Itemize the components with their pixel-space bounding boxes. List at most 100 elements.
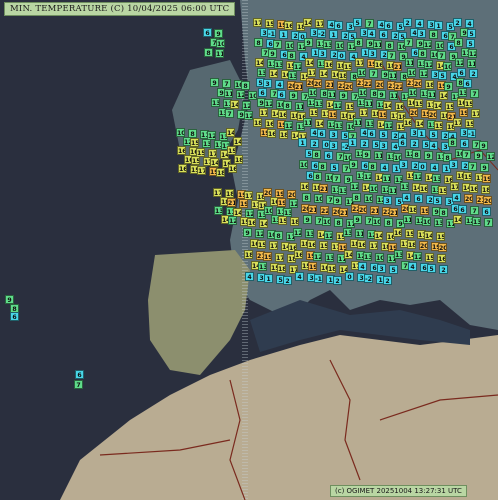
- station-marker: 7: [470, 206, 479, 215]
- station-marker: 20: [263, 188, 272, 197]
- station-marker: 6: [75, 370, 84, 379]
- station-marker: 12: [264, 99, 273, 108]
- station-marker: 13: [202, 139, 211, 148]
- station-marker: 21: [308, 205, 317, 214]
- station-marker: 7: [332, 174, 341, 183]
- station-marker: 14: [424, 231, 433, 240]
- station-marker: 9: [303, 215, 312, 224]
- station-marker: 12: [423, 40, 432, 49]
- station-marker: 4: [380, 163, 389, 172]
- station-marker: 3: [329, 130, 338, 139]
- station-marker: 15: [463, 172, 472, 181]
- station-marker: 19: [239, 199, 248, 208]
- station-marker: 2: [310, 139, 319, 148]
- station-marker: 15: [227, 146, 236, 155]
- station-marker: 21: [227, 198, 236, 207]
- station-marker: 12: [255, 229, 264, 238]
- station-marker: 20: [438, 243, 447, 252]
- station-marker: 13: [343, 228, 352, 237]
- station-marker: 19: [263, 252, 272, 261]
- station-marker: 14: [210, 158, 219, 167]
- station-marker: 8: [454, 38, 463, 47]
- station-marker: 17: [213, 188, 222, 197]
- station-marker: 4: [429, 141, 438, 150]
- station-marker: 4: [408, 262, 417, 271]
- station-marker: 2: [383, 276, 392, 285]
- station-marker: 8: [241, 81, 250, 90]
- station-marker: 13: [257, 68, 266, 77]
- station-marker: 13: [472, 217, 481, 226]
- station-marker: 11: [405, 58, 414, 67]
- station-marker: 19: [482, 174, 491, 183]
- station-marker: 5: [438, 71, 447, 80]
- station-marker: 1: [279, 30, 288, 39]
- station-marker: 17: [453, 118, 462, 127]
- station-marker: 12: [419, 69, 428, 78]
- station-marker: 15: [436, 232, 445, 241]
- station-marker: 5: [379, 130, 388, 139]
- station-marker: 15: [319, 241, 328, 250]
- station-marker: 16: [265, 119, 274, 128]
- station-marker: 20: [428, 110, 437, 119]
- station-marker: 17: [259, 108, 268, 117]
- station-marker: 11: [389, 91, 398, 100]
- station-marker: 6: [277, 90, 286, 99]
- station-marker: 5: [389, 265, 398, 274]
- station-marker: 11: [224, 89, 233, 98]
- station-marker: 13: [338, 186, 347, 195]
- station-marker: 12: [455, 58, 464, 67]
- station-marker: 11: [382, 174, 391, 183]
- station-marker: -2: [317, 29, 326, 38]
- station-marker: 10: [299, 160, 308, 169]
- station-marker: 6: [324, 151, 333, 160]
- station-marker: 9: [349, 160, 358, 169]
- station-marker: 12: [424, 60, 433, 69]
- station-marker: 20: [419, 241, 428, 250]
- station-marker: 10: [435, 41, 444, 50]
- station-marker: 16: [357, 240, 366, 249]
- station-marker: 9: [424, 151, 433, 160]
- station-marker: 9: [377, 90, 386, 99]
- station-marker: 8: [412, 150, 421, 159]
- station-marker: 18: [279, 130, 288, 139]
- station-marker: 16: [267, 129, 276, 138]
- station-marker: 18: [253, 118, 262, 127]
- station-marker: 14: [305, 58, 314, 67]
- station-marker: 10: [375, 253, 384, 262]
- station-marker: 8: [448, 138, 457, 147]
- station-marker: 13: [305, 229, 314, 238]
- weather-map: 9 8 6 6 7 6 9 7 10 8 11 9 7 10 8 9 11 12 10 13 11 14 12 13 7 9 12 1…: [0, 0, 498, 500]
- station-marker: 7: [484, 218, 493, 227]
- station-marker: 17: [197, 166, 206, 175]
- station-marker: 20: [358, 205, 367, 214]
- station-marker: 16: [247, 218, 256, 227]
- station-marker: 2: [283, 276, 292, 285]
- station-marker: 14: [374, 231, 383, 240]
- station-marker: 3: [377, 264, 386, 273]
- station-marker: 1: [348, 138, 357, 147]
- station-marker: 11: [353, 118, 362, 127]
- station-marker: 17: [359, 108, 368, 117]
- station-marker: 11: [327, 90, 336, 99]
- station-marker: 1: [264, 274, 273, 283]
- station-marker: 14: [226, 128, 235, 137]
- station-marker: 11: [215, 49, 224, 58]
- station-marker: 7: [369, 69, 378, 78]
- station-marker: 16: [469, 184, 478, 193]
- station-marker: 9: [444, 82, 453, 91]
- station-marker: 20: [483, 196, 492, 205]
- station-marker: 3: [368, 49, 377, 58]
- station-marker: 10: [443, 62, 452, 71]
- station-marker: 15: [405, 229, 414, 238]
- station-marker: 16: [395, 102, 404, 111]
- station-marker: 8: [254, 38, 263, 47]
- station-marker: 1: [434, 21, 443, 30]
- station-marker: 16: [300, 182, 309, 191]
- station-marker: 2: [439, 265, 448, 274]
- station-marker: 9: [268, 49, 277, 58]
- station-marker: 8: [302, 193, 311, 202]
- station-marker: 8: [439, 208, 448, 217]
- station-marker: 10: [216, 39, 225, 48]
- station-marker: 16: [228, 164, 237, 173]
- station-marker: 15: [438, 186, 447, 195]
